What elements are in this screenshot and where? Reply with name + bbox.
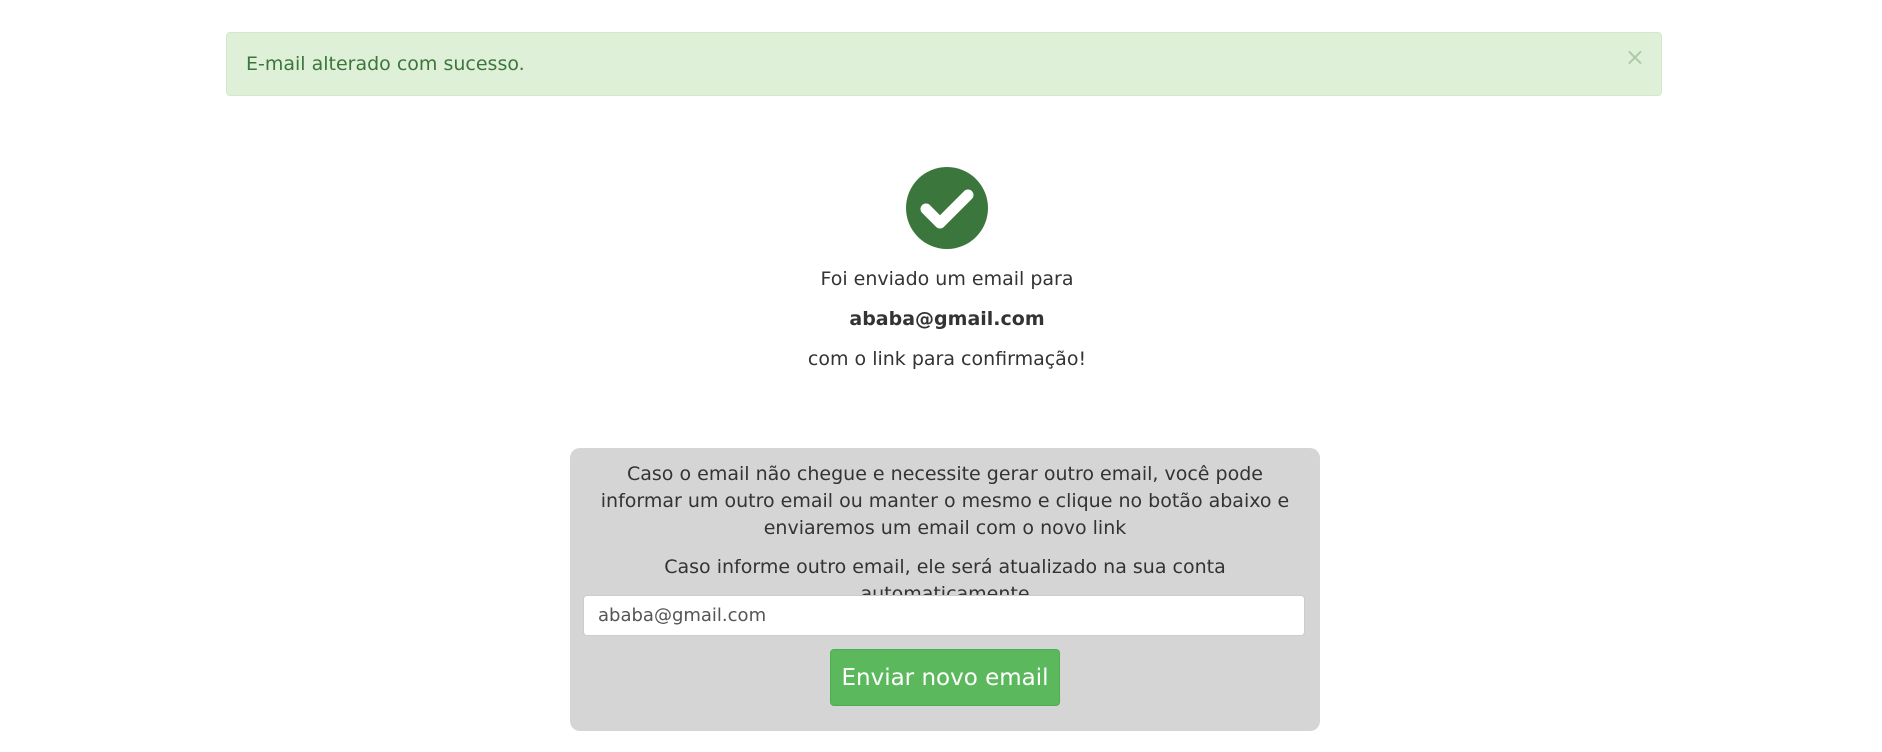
check-circle-icon: [906, 167, 988, 249]
resend-instructions: Caso o email não chegue e necessite gera…: [600, 463, 1290, 539]
resend-email-panel: Caso o email não chegue e necessite gera…: [570, 448, 1320, 731]
close-icon[interactable]: ×: [1625, 45, 1645, 69]
send-new-email-button[interactable]: Enviar novo email: [830, 649, 1060, 706]
confirmation-email: ababa@gmail.com: [849, 308, 1045, 330]
alert-message: E-mail alterado com sucesso.: [246, 53, 525, 75]
confirmation-text: Foi enviado um email para: [820, 268, 1074, 290]
success-alert: E-mail alterado com sucesso. ×: [226, 32, 1662, 96]
confirmation-link-text: com o link para confirmação!: [807, 348, 1087, 370]
email-field[interactable]: [583, 595, 1305, 636]
